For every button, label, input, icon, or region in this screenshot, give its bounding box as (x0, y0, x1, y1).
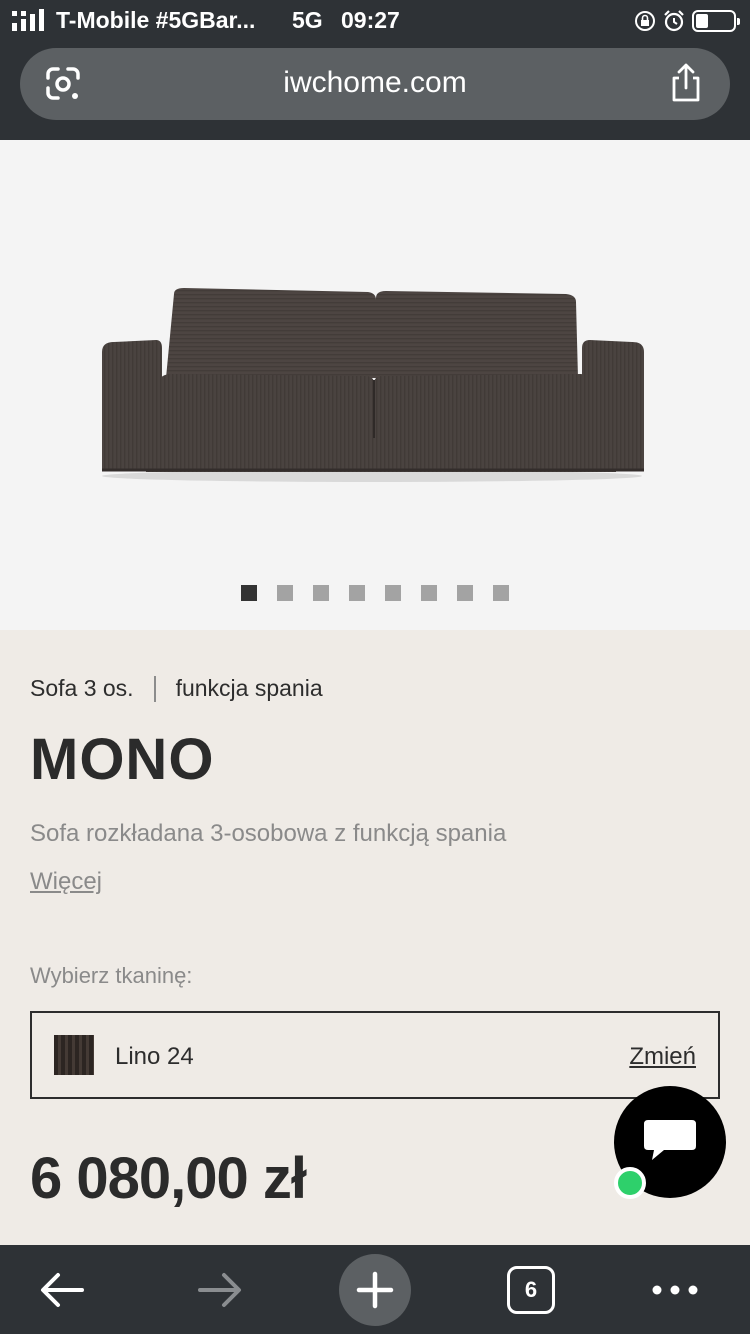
fabric-label: Wybierz tkaninę: (30, 963, 193, 988)
fabric-swatch (54, 1035, 94, 1075)
new-tab-circle[interactable] (339, 1253, 411, 1326)
sofa-product-image (102, 288, 644, 482)
gallery-pagination[interactable] (241, 585, 509, 601)
back-button[interactable] (22, 1245, 102, 1334)
plus-icon (356, 1271, 394, 1308)
product-category: Sofa 3 os. (30, 675, 134, 701)
arrow-right-icon (198, 1272, 241, 1307)
alarm-icon (664, 10, 684, 32)
tab-count[interactable]: 6 (507, 1265, 555, 1314)
gallery-dot[interactable] (277, 585, 293, 601)
product-feature: funkcja spania (175, 675, 323, 701)
carrier-name: T-Mobile #5GBar... (56, 7, 256, 33)
gallery-dot[interactable] (349, 585, 365, 601)
gallery-dot[interactable] (241, 585, 257, 601)
orientation-lock-icon (635, 11, 655, 31)
product-price: 6 080,00 zł (30, 1146, 307, 1211)
tag-separator (153, 675, 156, 702)
arrow-left-icon (41, 1272, 84, 1307)
network-type: 5G (292, 7, 323, 33)
gallery-dot[interactable] (457, 585, 473, 601)
clock: 09:27 (341, 7, 400, 33)
browser-top-bar: T-Mobile #5GBar... 5G 09:27 iwchome.com (0, 0, 750, 140)
signal-strength-icon (12, 9, 44, 31)
product-title: MONO (30, 727, 215, 792)
status-icons (634, 8, 740, 34)
forward-button[interactable] (180, 1245, 260, 1334)
fabric-name: Lino 24 (115, 1043, 194, 1070)
more-link[interactable]: Więcej (30, 868, 102, 896)
address-bar[interactable]: iwchome.com (20, 48, 730, 120)
tab-switcher-button[interactable]: 6 (505, 1245, 557, 1334)
gallery-dot[interactable] (421, 585, 437, 601)
chat-bubble-icon (644, 1120, 696, 1160)
product-tags: Sofa 3 os. funkcja spania (30, 675, 323, 702)
new-tab-button[interactable] (339, 1245, 411, 1334)
battery-icon (692, 10, 740, 32)
fabric-selector[interactable]: Lino 24 Zmień (30, 1011, 720, 1099)
url-text[interactable]: iwchome.com (20, 66, 730, 100)
more-dots-icon (652, 1285, 698, 1294)
gallery-dot[interactable] (313, 585, 329, 601)
share-icon[interactable] (668, 62, 704, 104)
gallery-dot[interactable] (493, 585, 509, 601)
status-bar: T-Mobile #5GBar... 5G 09:27 (0, 0, 750, 42)
online-status-indicator (614, 1167, 646, 1199)
gallery-dot[interactable] (385, 585, 401, 601)
more-menu-button[interactable] (640, 1245, 710, 1334)
product-image-gallery[interactable] (0, 140, 750, 630)
change-fabric-link[interactable]: Zmień (629, 1043, 696, 1071)
product-description: Sofa rozkładana 3-osobowa z funkcją span… (30, 820, 507, 847)
browser-toolbar: 6 (0, 1245, 750, 1334)
